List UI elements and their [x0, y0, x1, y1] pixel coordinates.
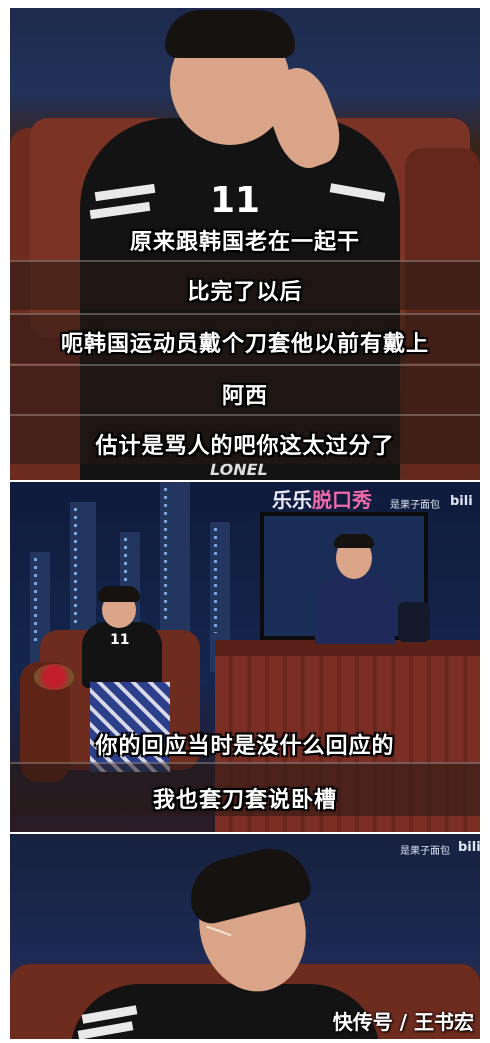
- guest-shirt-number: 11: [110, 632, 130, 648]
- host-suit: [315, 574, 395, 644]
- subtitle-line-4: 阿西: [221, 384, 268, 409]
- subtitle-line-2: 比完了以后: [187, 280, 303, 305]
- subtitle-line-2: 我也套刀套说卧槽: [152, 788, 337, 813]
- guest-hair: [98, 586, 140, 602]
- bilibili-logo: bili: [458, 840, 480, 855]
- sponsor-label: 是果子面包: [390, 500, 440, 511]
- host-hair: [334, 534, 374, 548]
- host-chair: [398, 602, 430, 642]
- bilibili-logo: bili: [450, 494, 473, 509]
- subtitle-line-5: 估计是骂人的吧你这太过分了: [95, 434, 395, 459]
- show-logo-left: 乐乐: [272, 488, 312, 512]
- subtitle-line-1: 原来跟韩国老在一起干: [129, 230, 360, 255]
- shirt-number: 11: [210, 180, 261, 221]
- sponsor-label: 是果子面包: [400, 846, 450, 857]
- person-hair: [165, 10, 295, 58]
- show-logo-right: 脱口秀: [312, 488, 372, 512]
- flower-bouquet: [34, 664, 74, 690]
- subtitle-line-3: 呃韩国运动员戴个刀套他以前有戴上: [60, 332, 429, 357]
- panel-closeup-talking: 11 LONEL 原来跟韩国老在一起干 比完了以后 呃韩国运动员戴个刀套他以前有…: [10, 8, 480, 480]
- panel-closeup-laughing: 是果子面包 bili 快传号 / 王书宏: [10, 834, 480, 1039]
- show-logo: 乐乐脱口秀: [272, 484, 372, 513]
- watermark-text: 快传号 / 王书宏: [332, 1010, 474, 1034]
- subtitle-line-1: 你的回应当时是没什么回应的: [95, 734, 395, 759]
- panel-stage-wide: 乐乐脱口秀 是果子面包 bili 11 你的回应当时是没什么回应的 我也套刀套说…: [10, 482, 480, 832]
